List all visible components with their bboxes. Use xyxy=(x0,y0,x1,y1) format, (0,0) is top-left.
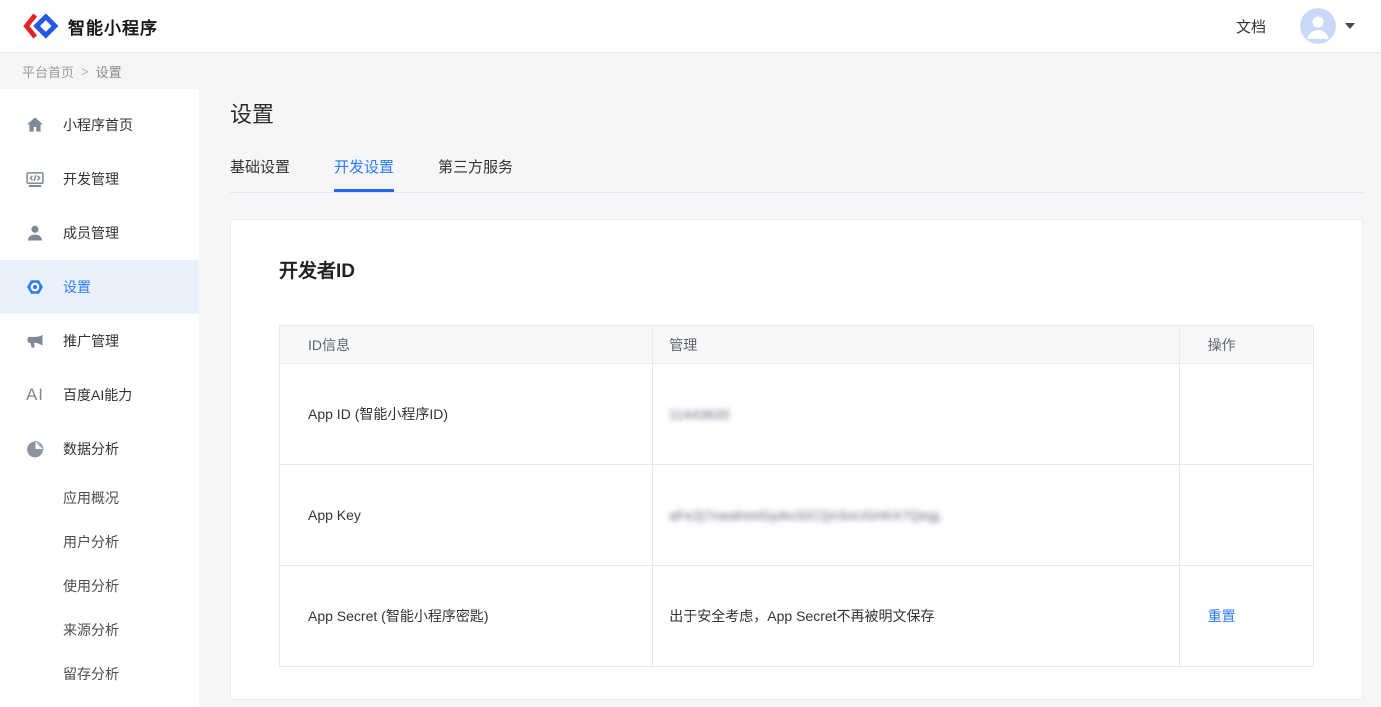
row-label: App Secret (智能小程序密匙) xyxy=(280,566,653,667)
smart-program-logo-icon xyxy=(22,11,59,41)
pie-chart-icon xyxy=(25,438,45,460)
sidebar-item-promotion-management[interactable]: 推广管理 xyxy=(0,314,199,368)
sidebar-subitem-user-analysis[interactable]: 用户分析 xyxy=(0,520,199,564)
top-bar: 智能小程序 文档 xyxy=(0,0,1381,53)
tab-dev-settings[interactable]: 开发设置 xyxy=(334,156,394,192)
megaphone-icon xyxy=(25,330,45,352)
settings-tabs: 基础设置 开发设置 第三方服务 xyxy=(230,156,1363,193)
app-key-value-blurred: aFe2j7nwahmtGpAs32CQnSxUGHhX7Qegj. xyxy=(669,508,943,523)
app-id-value-blurred: 11443635 xyxy=(669,407,730,422)
brand-name: 智能小程序 xyxy=(68,14,158,39)
sidebar-item-label: 小程序首页 xyxy=(63,115,133,135)
column-header-id-info: ID信息 xyxy=(280,326,653,364)
sidebar-subitem-label: 使用分析 xyxy=(63,576,119,596)
row-action-cell xyxy=(1179,465,1313,566)
sidebar-item-settings[interactable]: 设置 xyxy=(0,260,199,314)
page-title: 设置 xyxy=(230,97,1363,129)
doc-link[interactable]: 文档 xyxy=(1236,16,1266,37)
card-heading: 开发者ID xyxy=(279,256,1314,283)
sidebar-item-label: 成员管理 xyxy=(63,223,119,243)
row-action-cell xyxy=(1179,364,1313,465)
sidebar-item-label: 百度AI能力 xyxy=(63,385,132,405)
sidebar-item-data-analysis[interactable]: 数据分析 xyxy=(0,422,199,476)
row-value-cell: 11443635 xyxy=(653,364,1179,465)
tab-basic-settings[interactable]: 基础设置 xyxy=(230,156,290,192)
sidebar-item-label: 开发管理 xyxy=(63,169,119,189)
breadcrumb-separator: > xyxy=(81,64,89,79)
column-header-management: 管理 xyxy=(653,326,1179,364)
sidebar-subitem-usage-analysis[interactable]: 使用分析 xyxy=(0,564,199,608)
home-icon xyxy=(25,114,45,136)
reset-button[interactable]: 重置 xyxy=(1208,608,1236,624)
sidebar-subitem-label: 用户分析 xyxy=(63,532,119,552)
column-header-action: 操作 xyxy=(1179,326,1313,364)
row-value-cell: aFe2j7nwahmtGpAs32CQnSxUGHhX7Qegj. xyxy=(653,465,1179,566)
table-row-app-key: App Key aFe2j7nwahmtGpAs32CQnSxUGHhX7Qeg… xyxy=(280,465,1314,566)
ai-icon: AI xyxy=(25,384,45,406)
sidebar-item-label: 推广管理 xyxy=(63,331,119,351)
sidebar-subitem-retention-analysis[interactable]: 留存分析 xyxy=(0,652,199,696)
sidebar-item-member-management[interactable]: 成员管理 xyxy=(0,206,199,260)
sidebar-subitem-app-overview[interactable]: 应用概况 xyxy=(0,476,199,520)
sidebar: 小程序首页 开发管理 成员管理 xyxy=(0,89,199,707)
avatar[interactable] xyxy=(1300,8,1336,44)
table-row-app-secret: App Secret (智能小程序密匙) 出于安全考虑，App Secret不再… xyxy=(280,566,1314,667)
row-label: App ID (智能小程序ID) xyxy=(280,364,653,465)
breadcrumb-current: 设置 xyxy=(96,62,122,81)
member-icon xyxy=(25,222,45,244)
developer-id-table: ID信息 管理 操作 App ID (智能小程序ID) 11443635 App… xyxy=(279,325,1314,667)
sidebar-item-dev-management[interactable]: 开发管理 xyxy=(0,152,199,206)
tab-third-party-services[interactable]: 第三方服务 xyxy=(438,156,513,192)
row-label: App Key xyxy=(280,465,653,566)
breadcrumb: 平台首页 > 设置 xyxy=(0,53,1381,89)
breadcrumb-home[interactable]: 平台首页 xyxy=(22,62,74,81)
code-icon xyxy=(25,168,45,190)
row-value-cell: 出于安全考虑，App Secret不再被明文保存 xyxy=(653,566,1179,667)
main-content: 设置 基础设置 开发设置 第三方服务 开发者ID ID信息 管理 操作 App … xyxy=(199,89,1381,707)
chevron-down-icon[interactable] xyxy=(1345,23,1355,29)
sidebar-subitem-label: 来源分析 xyxy=(63,620,119,640)
sidebar-subitem-source-analysis[interactable]: 来源分析 xyxy=(0,608,199,652)
sidebar-subitem-label: 留存分析 xyxy=(63,664,119,684)
brand: 智能小程序 xyxy=(22,11,158,41)
developer-id-card: 开发者ID ID信息 管理 操作 App ID (智能小程序ID) 114436… xyxy=(230,219,1363,700)
sidebar-item-label: 数据分析 xyxy=(63,439,119,459)
row-action-cell: 重置 xyxy=(1179,566,1313,667)
settings-icon xyxy=(25,276,45,298)
sidebar-subitem-label: 应用概况 xyxy=(63,488,119,508)
sidebar-item-mini-program-home[interactable]: 小程序首页 xyxy=(0,98,199,152)
sidebar-item-baidu-ai[interactable]: AI 百度AI能力 xyxy=(0,368,199,422)
table-header-row: ID信息 管理 操作 xyxy=(280,326,1314,364)
table-row-app-id: App ID (智能小程序ID) 11443635 xyxy=(280,364,1314,465)
sidebar-item-label: 设置 xyxy=(63,277,91,297)
